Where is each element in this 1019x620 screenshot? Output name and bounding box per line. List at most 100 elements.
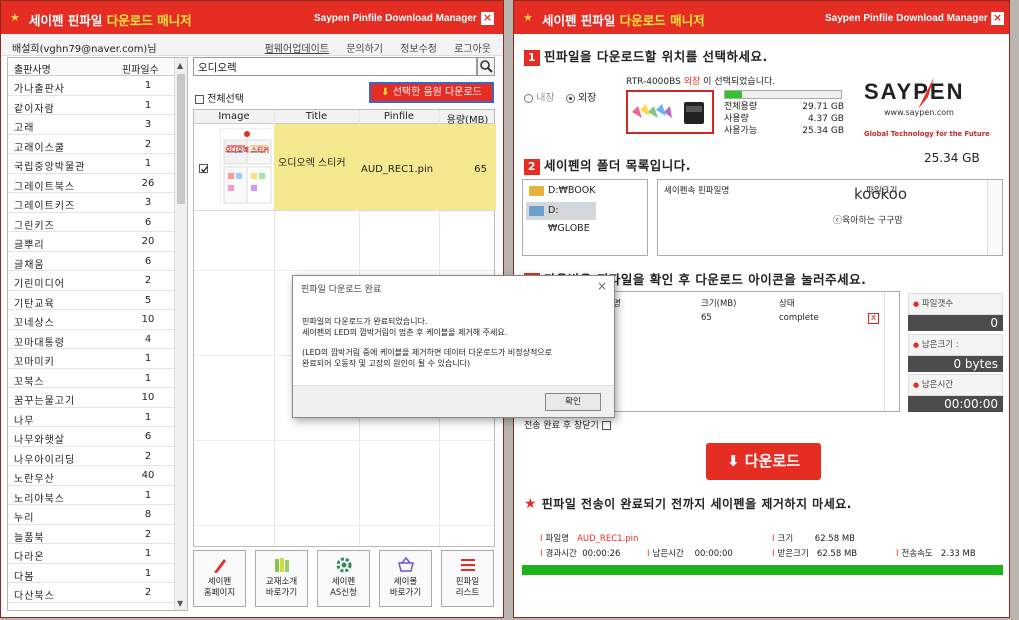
star-icon: ★ bbox=[523, 11, 533, 24]
select-all-checkbox[interactable] bbox=[195, 94, 204, 104]
download-selected-label: 선택한 음원 다운로드 bbox=[392, 87, 482, 98]
download-button[interactable]: ⬇ 다운로드 bbox=[706, 443, 821, 480]
dialog-ok-button[interactable]: 확인 bbox=[545, 393, 601, 411]
pinfile-list-button[interactable]: 핀파일 리스트 bbox=[441, 550, 494, 607]
info-speed: I 전송속도 2.33 MB bbox=[896, 549, 976, 559]
stat-label: 남은크기 : bbox=[921, 340, 959, 350]
list-item[interactable]: 글뿌리 20 bbox=[8, 232, 187, 252]
close-after-checkbox[interactable] bbox=[601, 421, 611, 430]
as-request-button[interactable]: 세이펜 AS신청 bbox=[317, 550, 370, 607]
list-item[interactable]: 그레이트키즈 3 bbox=[8, 193, 187, 213]
tool-label: AS신청 bbox=[330, 588, 357, 598]
scroll-thumb[interactable] bbox=[177, 74, 185, 204]
scroll-up-icon[interactable]: ▲ bbox=[177, 61, 183, 70]
list-item[interactable]: 나무와햇살 6 bbox=[8, 427, 187, 447]
storage-value: 25.34 GB bbox=[802, 126, 844, 136]
list-item[interactable]: 국립중앙박물관 1 bbox=[8, 154, 187, 174]
publisher-name: 꼬네상스 bbox=[14, 318, 55, 329]
pen-icon bbox=[213, 559, 226, 573]
list-item[interactable]: 기린미디어 2 bbox=[8, 271, 187, 291]
publisher-name: 꼬마대통령 bbox=[14, 337, 65, 349]
delete-icon[interactable]: x bbox=[868, 313, 879, 324]
edit-info-link[interactable]: 정보수정 bbox=[400, 44, 437, 55]
saypen-home-button[interactable]: 세이펜 홈페이지 bbox=[193, 550, 246, 607]
info-remaining: I 남은시간 00:00:00 bbox=[647, 549, 733, 559]
dialog-line: (LED의 깜박거림 중에 케이블을 제거하면 데이터 다운로드가 비정상적으로 bbox=[302, 348, 553, 357]
list-item[interactable]: 늘품북 2 bbox=[8, 525, 187, 544]
firmware-update-link[interactable]: 펌웨어업데이트 bbox=[265, 44, 329, 55]
list-item[interactable]: 꼬북스 1 bbox=[8, 369, 187, 388]
logout-link[interactable]: 로그아웃 bbox=[454, 44, 491, 55]
publisher-name: 가나출판사 bbox=[14, 84, 65, 95]
list-item[interactable]: 같이자람 1 bbox=[8, 96, 187, 115]
grid-header: Image Title Pinfile 용량(MB) bbox=[194, 110, 494, 126]
list-item[interactable]: 꼬마미키 1 bbox=[8, 349, 187, 369]
list-item[interactable]: 글채움 6 bbox=[8, 252, 187, 271]
list-item[interactable]: 꿈꾸는물고기 10 bbox=[8, 388, 187, 408]
right-close-button[interactable]: × bbox=[991, 12, 1004, 25]
list-item[interactable]: 그린키즈 6 bbox=[8, 213, 187, 232]
left-close-button[interactable]: × bbox=[481, 12, 494, 25]
location-radios: 내장 외장 bbox=[524, 89, 596, 104]
search-button[interactable] bbox=[477, 57, 495, 76]
books-icon bbox=[274, 558, 289, 572]
list-item[interactable]: 기탄교육 5 bbox=[8, 291, 187, 310]
select-all[interactable]: 전체선택 bbox=[195, 90, 244, 105]
stat-label: 남은시간 bbox=[921, 380, 954, 390]
inquiry-link[interactable]: 문의하기 bbox=[346, 44, 383, 55]
list-item[interactable]: 누리 8 bbox=[8, 505, 187, 525]
list-item[interactable]: 그레이트북스 26 bbox=[8, 174, 187, 193]
publisher-name: 누리 bbox=[14, 513, 35, 524]
list-item[interactable]: 고래이스쿨 2 bbox=[8, 135, 187, 154]
stat-remaining-time: ● 남은시간 00:00:00 bbox=[908, 374, 1003, 412]
publisher-count: 1 bbox=[144, 158, 152, 169]
list-item[interactable]: 노란우산 40 bbox=[8, 466, 187, 486]
list-item[interactable]: 고래 3 bbox=[8, 115, 187, 135]
publisher-scrollbar[interactable]: ▲ ▼ bbox=[174, 58, 187, 610]
tool-label: 바로가기 bbox=[265, 588, 298, 598]
publisher-count: 2 bbox=[144, 138, 152, 150]
publisher-name: 꼬북스 bbox=[14, 376, 45, 388]
list-item[interactable]: 다산북스 2 bbox=[8, 583, 187, 603]
list-item[interactable]: 나무 1 bbox=[8, 408, 187, 427]
search-input[interactable]: 오디오렉 bbox=[193, 57, 477, 76]
step-number: 1 bbox=[524, 50, 540, 66]
publisher-name: 기린미디어 bbox=[14, 279, 65, 290]
dialog-message: 핀파일의 다운로드가 완료되었습니다. 세이펜의 LED의 깜박거림이 멈춘 후… bbox=[302, 317, 607, 369]
publisher-name: 나무 bbox=[14, 415, 35, 427]
publisher-name: 글뿌리 bbox=[14, 240, 45, 251]
list-item[interactable]: 꼬네상스 10 bbox=[8, 310, 187, 330]
row-checkbox[interactable] bbox=[199, 164, 209, 173]
publisher-name: 글채움 bbox=[14, 259, 45, 271]
list-item[interactable]: 나우아이리딩 2 bbox=[8, 447, 187, 466]
table-row[interactable]: 오디오렉 스티커 오디오렉 스티커 AUD_REC1.pin 65 bbox=[194, 124, 496, 211]
list-item[interactable]: 가나출판사 1 bbox=[8, 76, 187, 96]
grid-header-title: Title bbox=[305, 111, 328, 122]
textbook-intro-button[interactable]: 교재소개 바로가기 bbox=[255, 550, 308, 607]
list-item[interactable]: 꼬마대통령 4 bbox=[8, 330, 187, 349]
folder-item[interactable]: D:₩GLOBE bbox=[526, 202, 596, 234]
radio-internal[interactable] bbox=[524, 93, 533, 103]
list-item[interactable]: 노리야북스 1 bbox=[8, 486, 187, 505]
scroll-down-icon[interactable]: ▼ bbox=[177, 599, 183, 608]
radio-external[interactable] bbox=[565, 93, 575, 103]
saymall-button[interactable]: 세이몰 바로가기 bbox=[379, 550, 432, 607]
grid-header-image: Image bbox=[218, 111, 250, 122]
publisher-name: 고래이스쿨 bbox=[14, 142, 65, 154]
folder-item[interactable]: D:₩BOOK bbox=[526, 182, 596, 200]
tool-label: 세이펜 bbox=[331, 577, 356, 587]
star-icon: ★ bbox=[10, 11, 20, 24]
left-app-title-en: Saypen Pinfile Download Manager bbox=[314, 13, 477, 24]
right-app-title: 세이펜 핀파일 다운로드 매니저 bbox=[542, 13, 705, 28]
list-item[interactable]: 다라온 1 bbox=[8, 544, 187, 564]
list-item[interactable]: 다봄 1 bbox=[8, 564, 187, 583]
basket-icon bbox=[397, 556, 414, 572]
top-links: 펌웨어업데이트 문의하기 정보수정 로그아웃 bbox=[251, 40, 491, 55]
tool-label: 세이몰 bbox=[393, 577, 418, 587]
star-icon: ★ bbox=[524, 496, 538, 512]
dialog-close-icon[interactable]: × bbox=[597, 279, 607, 293]
row-title: 오디오렉 스티커 bbox=[278, 158, 346, 169]
close-after-option[interactable]: 전송 완료 후 창닫기 bbox=[524, 418, 611, 431]
download-selected-button[interactable]: ⬇ 선택한 음원 다운로드 bbox=[369, 82, 494, 103]
info-received: I 받은크기 62.58 MB bbox=[772, 549, 858, 559]
